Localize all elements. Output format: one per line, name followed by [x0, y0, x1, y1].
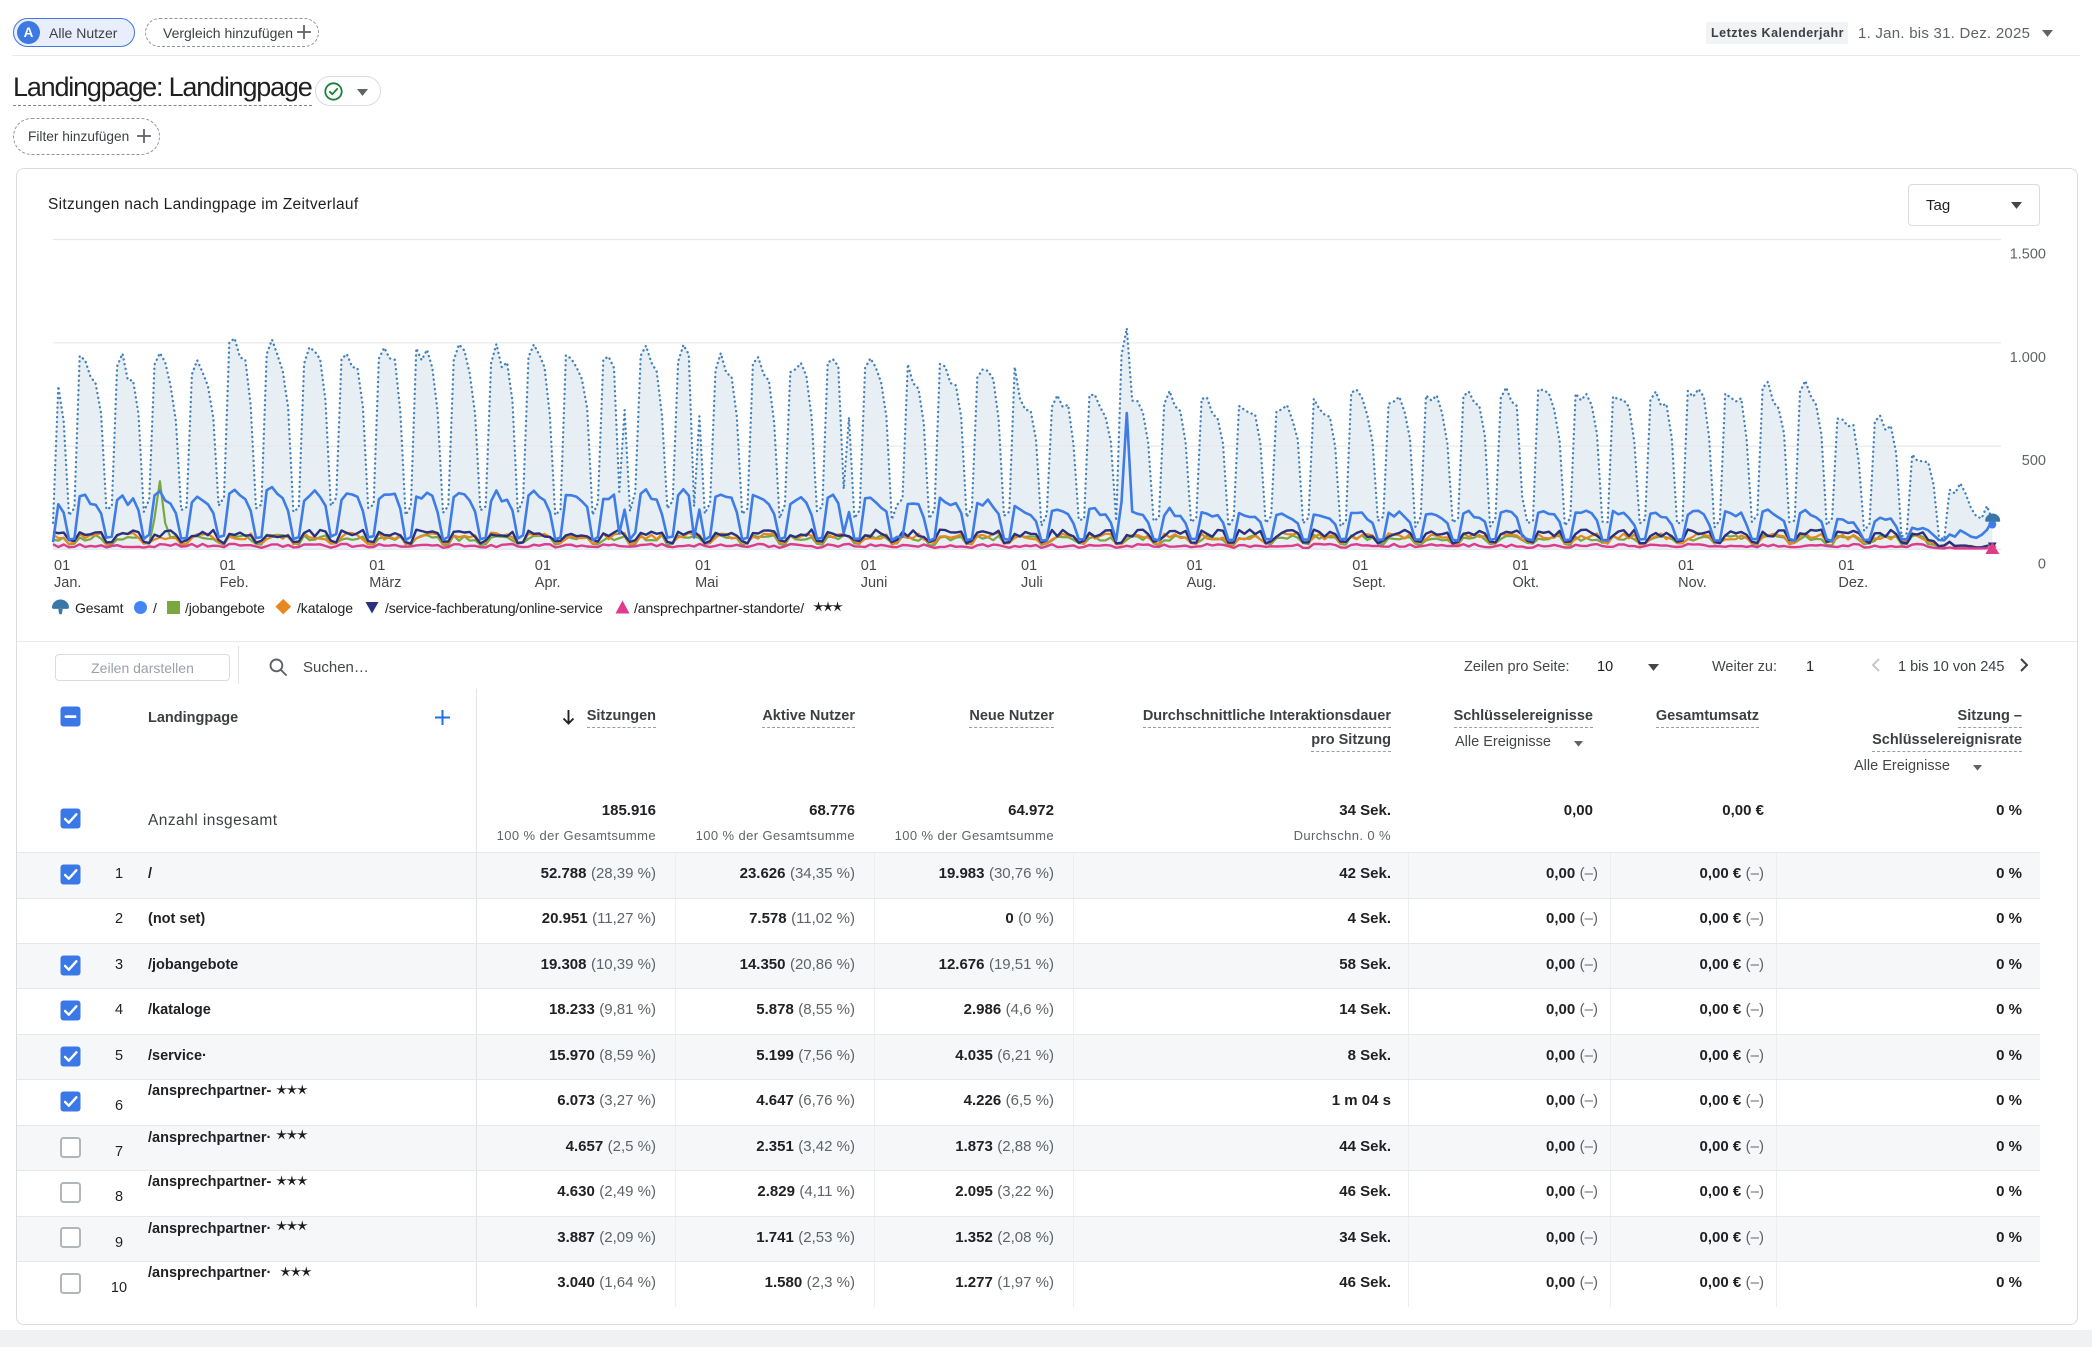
svg-text:01: 01 [1513, 558, 1529, 574]
svg-text:Jan.: Jan. [54, 575, 81, 591]
svg-text:01: 01 [695, 558, 711, 574]
svg-text:01: 01 [1021, 558, 1037, 574]
svg-text:1.000: 1.000 [2010, 350, 2046, 366]
svg-text:01: 01 [1187, 558, 1203, 574]
svg-text:01: 01 [535, 558, 551, 574]
svg-text:Sept.: Sept. [1352, 575, 1386, 591]
svg-text:500: 500 [2022, 453, 2046, 469]
svg-text:01: 01 [369, 558, 385, 574]
svg-text:1.500: 1.500 [2010, 247, 2046, 263]
svg-text:01: 01 [1352, 558, 1368, 574]
svg-text:01: 01 [1678, 558, 1694, 574]
svg-text:Dez.: Dez. [1838, 575, 1868, 591]
svg-text:Juli: Juli [1021, 575, 1043, 591]
svg-text:März: März [369, 575, 401, 591]
svg-text:Aug.: Aug. [1187, 575, 1217, 591]
svg-text:Nov.: Nov. [1678, 575, 1707, 591]
svg-text:Apr.: Apr. [535, 575, 561, 591]
svg-text:Okt.: Okt. [1513, 575, 1540, 591]
svg-text:Feb.: Feb. [220, 575, 249, 591]
svg-text:0: 0 [2038, 556, 2046, 572]
svg-text:Mai: Mai [695, 575, 718, 591]
svg-text:Juni: Juni [861, 575, 888, 591]
svg-text:01: 01 [220, 558, 236, 574]
svg-text:01: 01 [1838, 558, 1854, 574]
svg-text:01: 01 [54, 558, 70, 574]
svg-text:01: 01 [861, 558, 877, 574]
